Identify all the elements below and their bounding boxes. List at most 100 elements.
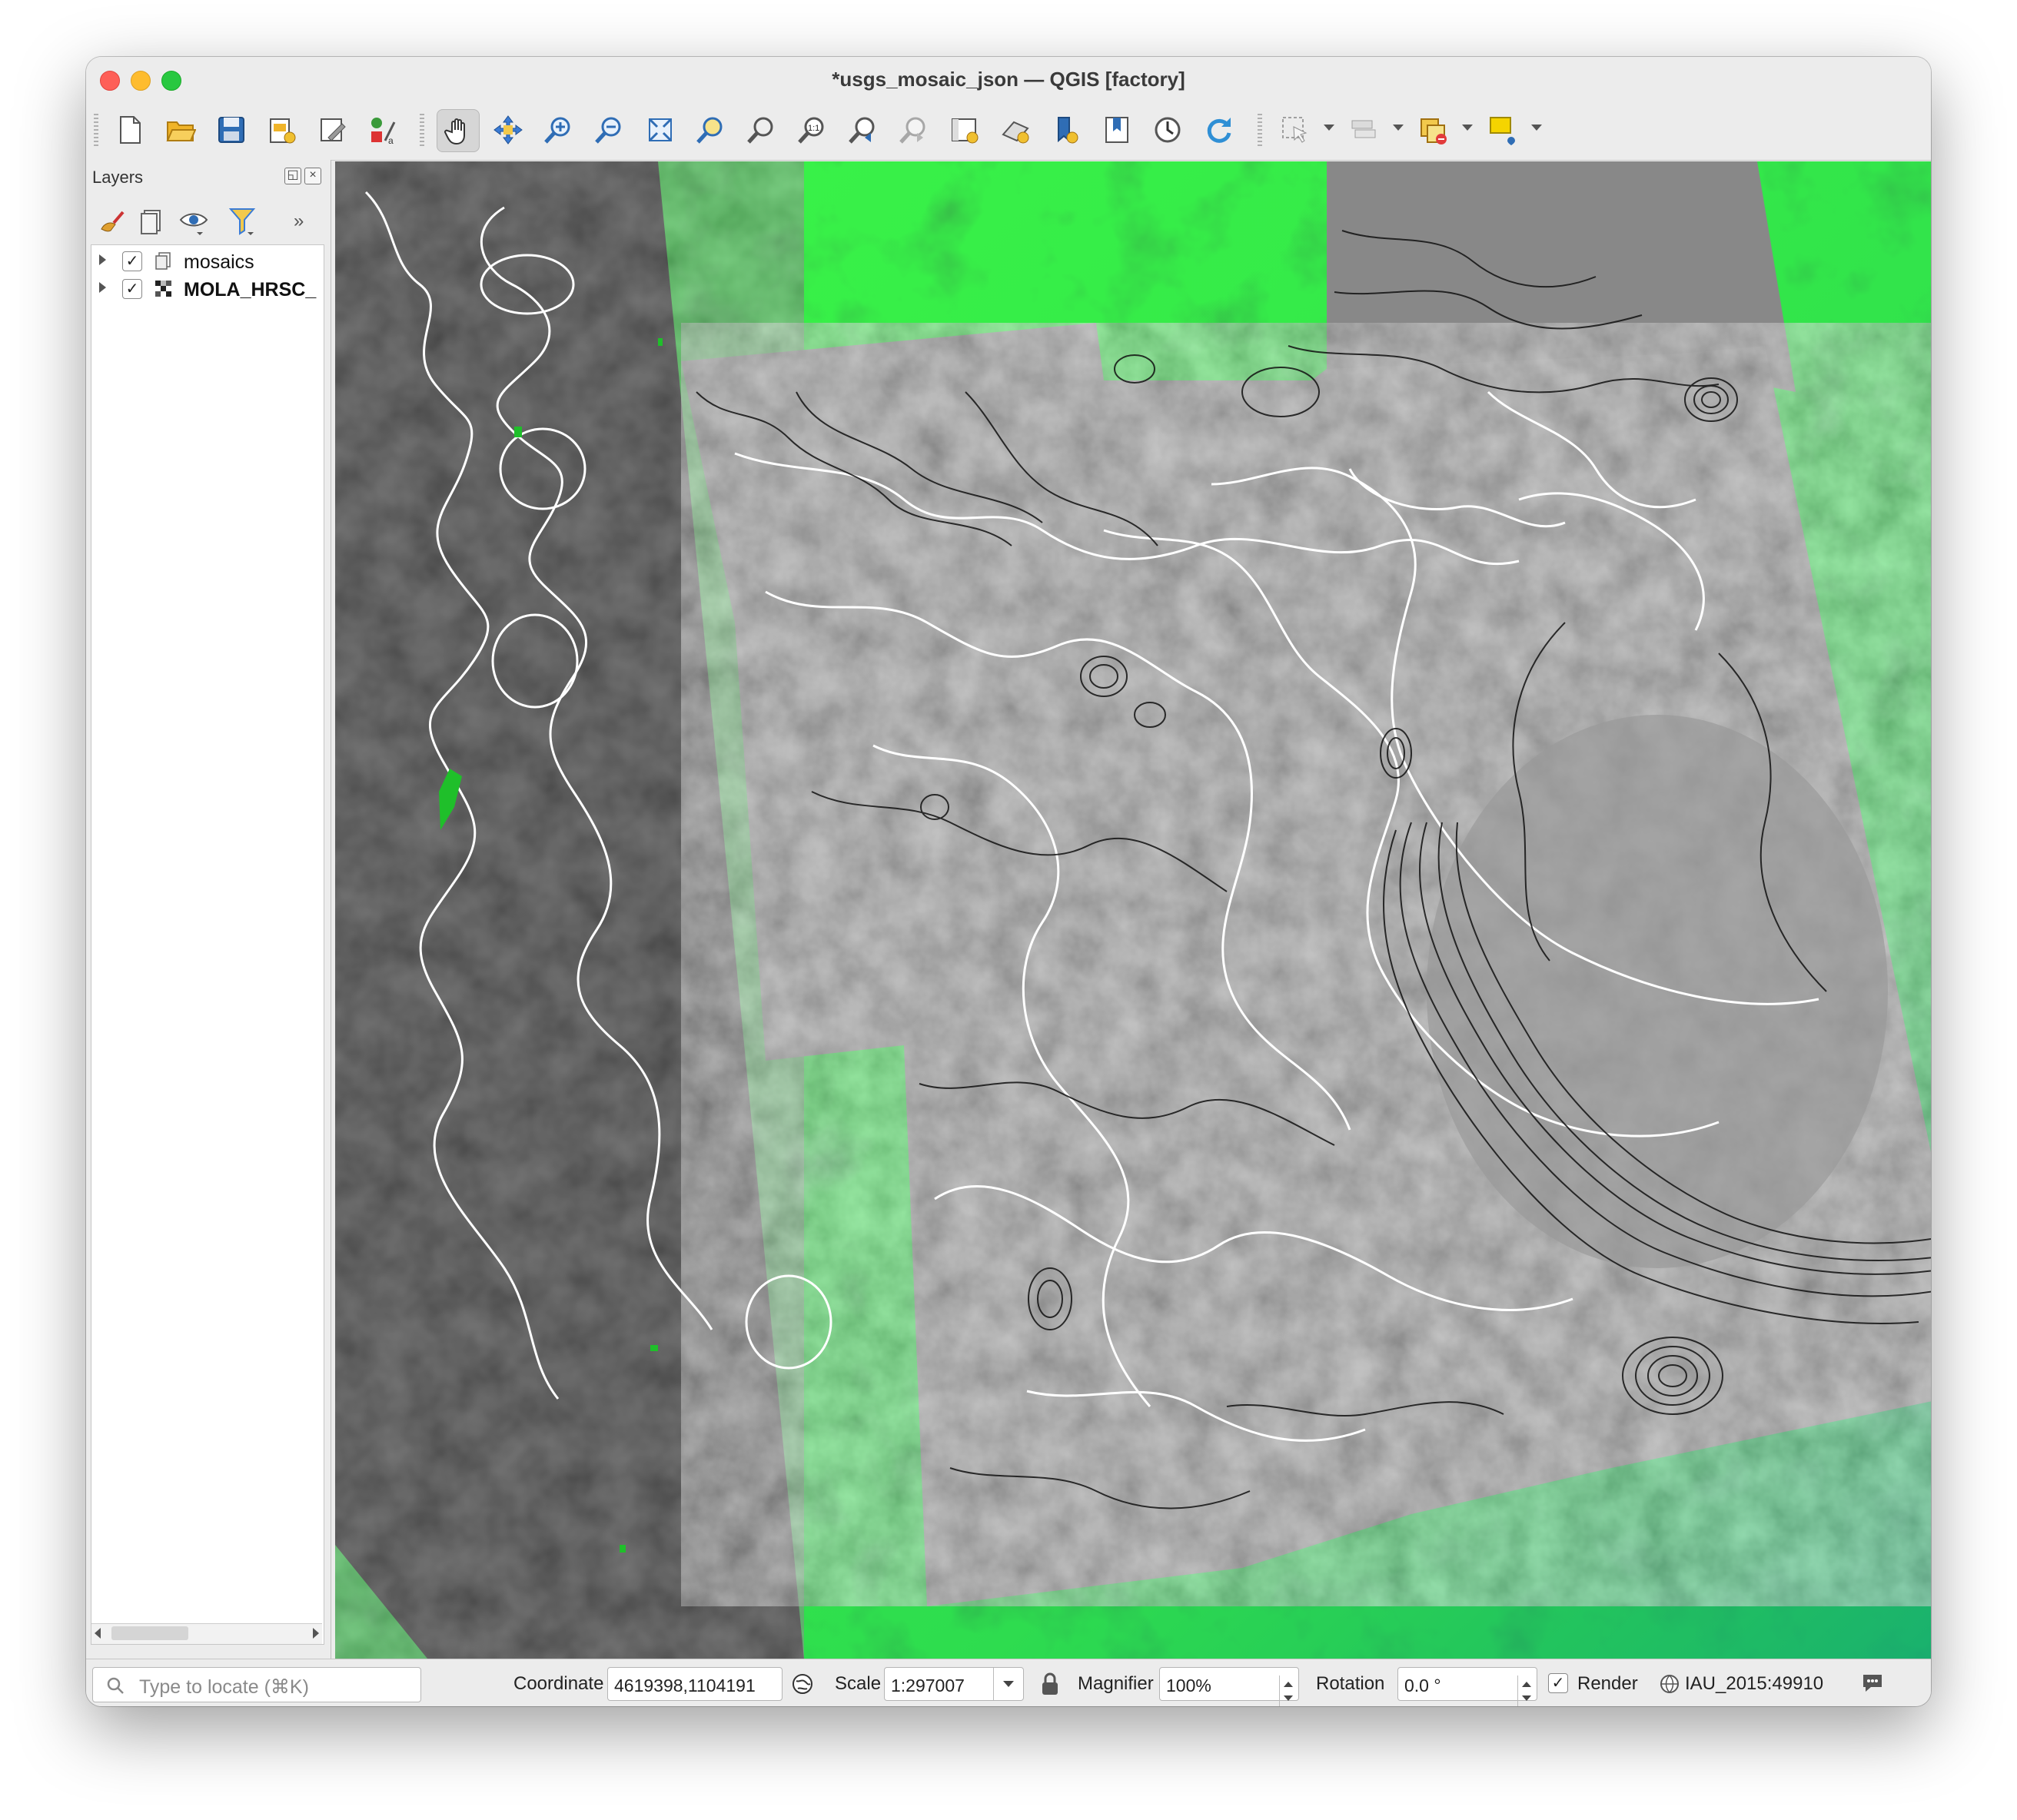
zoom-next-icon — [899, 117, 925, 144]
rotation-spinbox[interactable]: 0.0 ° — [1397, 1667, 1537, 1706]
pan-to-selection-button[interactable] — [487, 109, 529, 151]
layer-row-mola-hrsc[interactable]: ✓ MOLA_HRSC_ — [91, 274, 322, 302]
expand-arrow-icon[interactable] — [99, 282, 106, 293]
panel-title-buttons: ◱ × — [281, 168, 321, 184]
zoom-in-button[interactable] — [538, 109, 580, 151]
identify-dropdown[interactable] — [1462, 125, 1473, 131]
open-project-button[interactable] — [160, 109, 201, 151]
layers-panel: Layers ◱ × » ✓ mosaics ✓ MOLA_HRSC_ — [86, 160, 331, 1659]
rotation-stepper[interactable] — [1517, 1676, 1537, 1706]
toolbar-grip[interactable] — [94, 114, 98, 148]
refresh-button[interactable] — [1198, 109, 1239, 151]
layer-visibility-checkbox[interactable]: ✓ — [122, 279, 142, 299]
zoom-next-button[interactable] — [893, 109, 935, 151]
deselect-button[interactable] — [1344, 109, 1385, 151]
render-checkbox[interactable]: ✓ — [1548, 1673, 1568, 1693]
expand-arrow-icon[interactable] — [99, 254, 106, 265]
zoom-native-resolution-button[interactable]: 1:1 — [792, 109, 833, 151]
temporal-controller-button[interactable] — [1147, 109, 1188, 151]
select-features-dropdown[interactable] — [1324, 125, 1334, 131]
locator-search-field[interactable]: Type to locate (⌘K) — [92, 1667, 421, 1702]
style-dock-button[interactable] — [97, 206, 128, 237]
save-project-button[interactable] — [211, 109, 252, 151]
layer-visibility-checkbox[interactable]: ✓ — [122, 251, 142, 271]
new-project-button[interactable] — [109, 109, 151, 151]
layer-row-mosaics[interactable]: ✓ mosaics — [91, 247, 322, 274]
zoom-to-layer-button[interactable] — [741, 109, 783, 151]
magnifier-spinbox[interactable]: 100% — [1159, 1667, 1299, 1706]
render-label: Render — [1577, 1673, 1638, 1694]
identify-button[interactable] — [1413, 109, 1454, 151]
scrollbar-thumb[interactable] — [111, 1626, 188, 1640]
magnifier-label: Magnifier — [1078, 1673, 1154, 1694]
filter-legend-button[interactable] — [228, 206, 258, 237]
layer-name: MOLA_HRSC_ — [184, 279, 317, 301]
toggle-extents-icon[interactable] — [790, 1672, 815, 1696]
layout-manager-button[interactable] — [312, 109, 354, 151]
new-map-view-button[interactable] — [944, 109, 985, 151]
filter-icon — [228, 208, 256, 235]
chevron-down-icon — [1003, 1681, 1014, 1687]
zoom-out-icon — [595, 117, 621, 144]
open-project-icon — [166, 121, 196, 141]
zoom-to-selection-button[interactable] — [690, 109, 732, 151]
scroll-right-icon[interactable] — [313, 1628, 319, 1639]
scroll-left-icon[interactable] — [95, 1628, 101, 1639]
add-group-button[interactable] — [137, 206, 168, 237]
main-toolbar: a 1:1 — [86, 101, 1931, 161]
new-bookmark-icon — [1058, 117, 1078, 144]
horizontal-scrollbar[interactable] — [91, 1623, 322, 1644]
zoom-to-selection-icon — [696, 117, 723, 144]
manage-map-themes-button[interactable] — [178, 206, 209, 237]
svg-text:1:1: 1:1 — [808, 124, 819, 133]
crs-label[interactable]: IAU_2015:49910 — [1685, 1673, 1823, 1695]
eye-icon — [179, 213, 208, 235]
pan-map-button[interactable] — [437, 109, 480, 152]
new-3d-map-view-icon — [1002, 121, 1029, 144]
lock-scale-icon[interactable] — [1039, 1672, 1061, 1696]
title-bar: *usgs_mosaic_json — QGIS [factory] — [86, 57, 1931, 101]
layer-tree: ✓ mosaics ✓ MOLA_HRSC_ — [91, 244, 324, 1645]
identify-icon — [1421, 118, 1447, 144]
temporal-controller-icon — [1155, 117, 1181, 143]
group-icon — [155, 252, 171, 270]
zoom-to-layer-icon — [747, 117, 773, 144]
close-panel-icon[interactable]: × — [304, 168, 321, 184]
style-manager-button[interactable]: a — [363, 109, 404, 151]
magnifier-stepper[interactable] — [1279, 1676, 1298, 1706]
map-canvas[interactable] — [335, 161, 1931, 1659]
zoom-last-icon — [849, 117, 875, 144]
layout-manager-icon — [321, 118, 346, 141]
show-bookmarks-icon — [1105, 117, 1128, 143]
window-title: *usgs_mosaic_json — QGIS [factory] — [832, 68, 1185, 91]
coordinate-field[interactable]: 4619398,1104191 — [607, 1667, 783, 1701]
show-bookmarks-button[interactable] — [1096, 109, 1138, 151]
deselect-dropdown[interactable] — [1393, 125, 1404, 131]
new-bookmark-button[interactable] — [1045, 109, 1087, 151]
scale-combobox[interactable]: 1:297007 — [884, 1667, 1024, 1701]
more-tools-chevron-icon[interactable]: » — [294, 211, 324, 241]
annotation-button[interactable] — [1482, 109, 1524, 151]
pan-to-selection-icon — [493, 115, 523, 144]
scale-label: Scale — [835, 1673, 882, 1694]
style-manager-icon: a — [371, 118, 396, 145]
zoom-out-button[interactable] — [589, 109, 630, 151]
toolbar-grip[interactable] — [1258, 114, 1262, 148]
annotation-dropdown[interactable] — [1531, 125, 1542, 131]
save-project-icon — [218, 117, 244, 143]
new-3d-map-view-button[interactable] — [995, 109, 1036, 151]
qgis-window: *usgs_mosaic_json — QGIS [factory] a 1:1… — [86, 57, 1931, 1706]
zoom-full-icon — [648, 118, 673, 142]
toolbar-grip[interactable] — [420, 114, 424, 148]
select-features-icon — [1282, 117, 1308, 143]
messages-icon[interactable] — [1860, 1672, 1885, 1695]
zoom-last-button[interactable] — [842, 109, 884, 151]
new-print-layout-button[interactable] — [261, 109, 303, 151]
paintbrush-icon — [101, 211, 125, 232]
crs-globe-icon[interactable] — [1659, 1673, 1680, 1695]
annotation-icon — [1490, 117, 1515, 145]
float-panel-icon[interactable]: ◱ — [284, 168, 301, 184]
zoom-full-button[interactable] — [640, 109, 681, 151]
select-features-button[interactable] — [1274, 109, 1316, 151]
layers-panel-title: Layers — [92, 168, 144, 187]
